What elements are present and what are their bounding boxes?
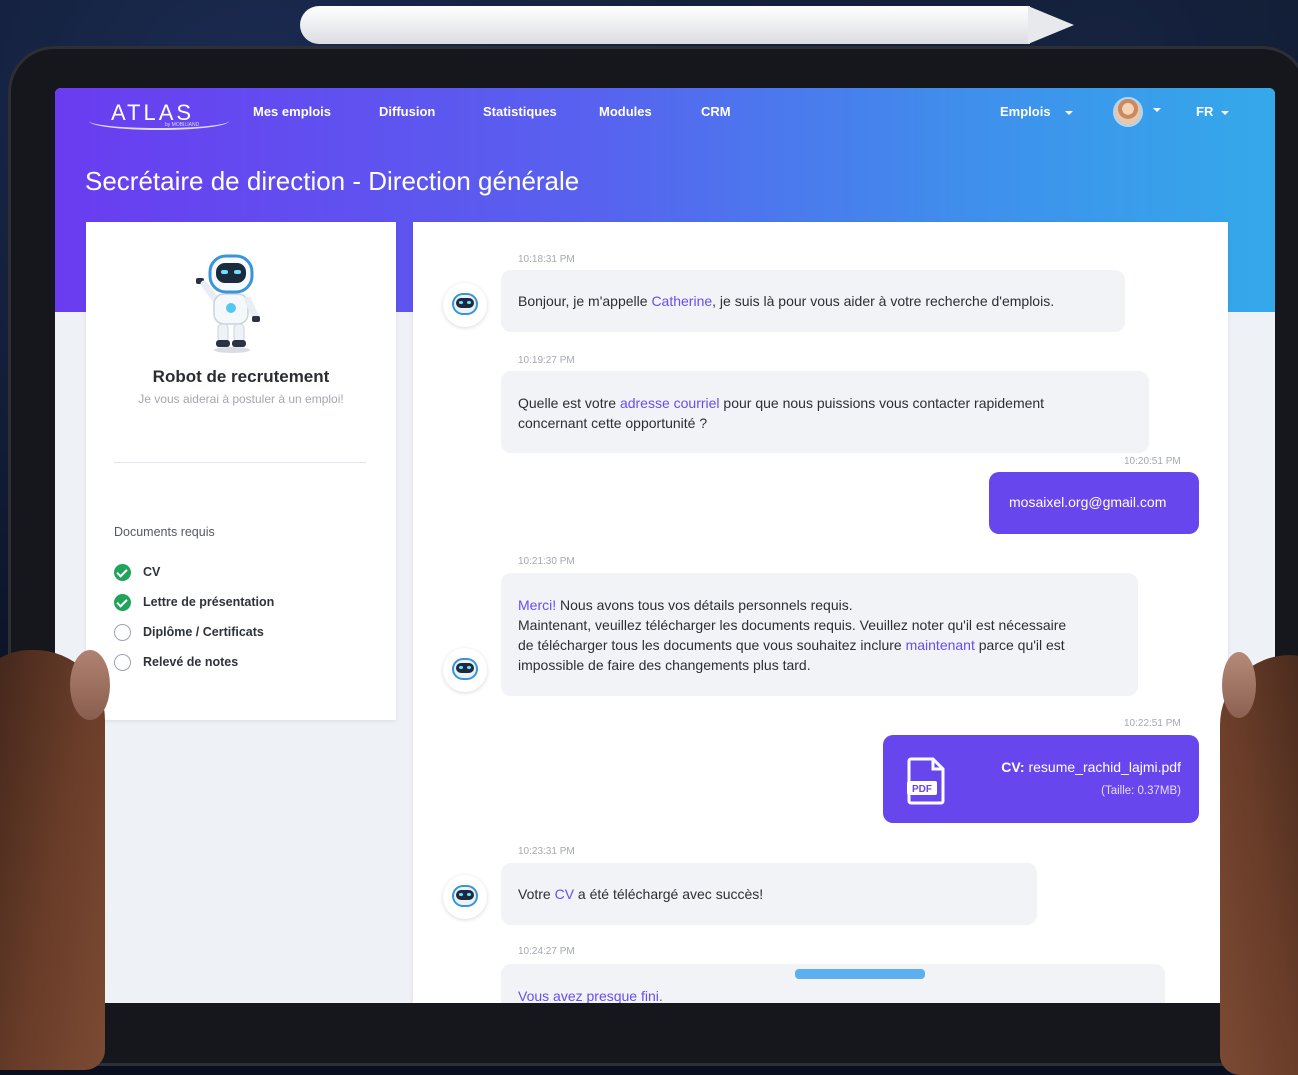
documents-title: Documents requis	[114, 525, 215, 539]
bot-avatar	[443, 283, 487, 327]
text-part: concernant cette opportunité ?	[518, 415, 708, 431]
text-part: Quelle est votre	[518, 395, 620, 411]
nav-diffusion[interactable]: Diffusion	[379, 104, 435, 119]
message-link[interactable]: CV	[555, 886, 574, 902]
loading-indicator	[795, 969, 925, 979]
empty-circle-icon	[114, 654, 131, 671]
right-thumb	[1220, 655, 1298, 1075]
bot-eye	[459, 893, 463, 896]
message-text: mosaixel.org@gmail.com	[1009, 494, 1167, 510]
language-dropdown[interactable]: FR	[1196, 104, 1230, 119]
nav-mes-emplois[interactable]: Mes emplois	[253, 104, 331, 119]
pdf-icon-label: PDF	[912, 784, 932, 795]
pdf-file-icon: PDF	[907, 757, 945, 805]
emplois-dropdown[interactable]: Emplois	[1000, 104, 1073, 119]
stylus-pencil	[300, 6, 1030, 44]
message-timestamp: 10:18:31 PM	[518, 254, 575, 265]
message-link[interactable]: Catherine	[651, 293, 712, 309]
bot-eye	[459, 666, 463, 669]
message-link[interactable]: Merci!	[518, 597, 556, 613]
text-part: pour que nous puissions vous contacter r…	[719, 395, 1045, 411]
chevron-down-icon	[1064, 110, 1073, 115]
check-circle-icon	[114, 564, 131, 581]
panel-divider	[114, 462, 366, 463]
message-text: Vous avez presque fini.	[518, 988, 663, 1003]
message-link[interactable]: adresse courriel	[620, 395, 720, 411]
chat-panel[interactable]: 10:18:31 PM Bonjour, je m'appelle Cather…	[413, 222, 1228, 1003]
avatar-chevron-down-icon[interactable]	[1153, 108, 1161, 112]
left-thumbnail	[70, 650, 110, 720]
nav-crm[interactable]: CRM	[701, 104, 731, 119]
bot-tagline: Je vous aiderai à postuler à un emploi!	[138, 392, 344, 406]
user-message-bubble: mosaixel.org@gmail.com	[989, 472, 1199, 534]
bot-eye	[467, 301, 471, 304]
message-timestamp: 10:22:51 PM	[1124, 718, 1181, 729]
message-timestamp: 10:21:30 PM	[518, 556, 575, 567]
text-part: Nous avons tous vos détails personnels r…	[556, 597, 853, 613]
message-timestamp: 10:23:31 PM	[518, 846, 575, 857]
text-part: de télécharger tous les documents que vo…	[518, 637, 906, 653]
bot-message-bubble: Bonjour, je m'appelle Catherine, je suis…	[501, 270, 1125, 332]
bot-eye	[467, 666, 471, 669]
robot-mascot-icon	[196, 254, 260, 353]
bot-avatar	[443, 648, 487, 692]
file-size: (Taille: 0.37MB)	[1101, 785, 1181, 797]
file-name-text: resume_rachid_lajmi.pdf	[1028, 759, 1181, 775]
bot-message-bubble: Quelle est votre adresse courriel pour q…	[501, 371, 1149, 453]
page-title: Secrétaire de direction - Direction géné…	[85, 166, 580, 196]
bot-name: Robot de recrutement	[152, 367, 330, 386]
emplois-dropdown-label: Emplois	[1000, 104, 1051, 119]
file-label: CV:	[1001, 759, 1025, 775]
app-screen: ATLAS by MOBILIAND Mes emplois Diffusion…	[55, 88, 1275, 1003]
logo-subtext: by MOBILIAND	[165, 122, 200, 128]
doc-label: Lettre de présentation	[143, 595, 275, 609]
bot-info-panel: Robot de recrutement Je vous aiderai à p…	[86, 222, 396, 720]
text-part: Votre	[518, 886, 555, 902]
text-part: Maintenant, veuillez télécharger les doc…	[518, 617, 1067, 633]
message-timestamp: 10:20:51 PM	[1124, 456, 1181, 467]
doc-label: Diplôme / Certificats	[143, 625, 264, 639]
atlas-logo[interactable]: ATLAS by MOBILIAND	[89, 98, 229, 130]
doc-label: Relevé de notes	[143, 655, 239, 669]
file-name[interactable]: CV: resume_rachid_lajmi.pdf	[1001, 759, 1181, 775]
stylus-tip	[1028, 6, 1074, 44]
text-part: Bonjour, je m'appelle	[518, 293, 652, 309]
text-part: impossible de faire des changements plus…	[518, 657, 811, 673]
bot-eye	[467, 893, 471, 896]
bot-message-bubble: Votre CV a été téléchargé avec succès!	[501, 863, 1037, 925]
nav-statistiques[interactable]: Statistiques	[483, 104, 557, 119]
message-timestamp: 10:24:27 PM	[518, 946, 575, 957]
right-thumbnail	[1222, 652, 1256, 718]
message-text: Quelle est votre adresse courriel pour q…	[518, 393, 1044, 433]
user-file-bubble[interactable]: PDF CV: resume_rachid_lajmi.pdf (Taille:…	[883, 735, 1199, 823]
bot-avatar	[443, 875, 487, 919]
bot-eye	[459, 301, 463, 304]
message-link[interactable]: maintenant	[906, 637, 975, 653]
doc-label: CV	[143, 565, 161, 579]
message-text: Votre CV a été téléchargé avec succès!	[518, 884, 763, 904]
message-text: Bonjour, je m'appelle Catherine, je suis…	[518, 291, 1054, 311]
text-part: , je suis là pour vous aider à votre rec…	[712, 293, 1055, 309]
nav-modules[interactable]: Modules	[599, 104, 652, 119]
language-label: FR	[1196, 104, 1214, 119]
top-navbar: ATLAS by MOBILIAND Mes emplois Diffusion…	[55, 88, 1275, 138]
user-avatar[interactable]	[1115, 99, 1141, 125]
message-timestamp: 10:19:27 PM	[518, 355, 575, 366]
text-part: a été téléchargé avec succès!	[574, 886, 764, 902]
bot-message-bubble: Merci! Nous avons tous vos détails perso…	[501, 573, 1138, 696]
chevron-down-icon	[1221, 110, 1230, 115]
empty-circle-icon	[114, 624, 131, 641]
message-text: Merci! Nous avons tous vos détails perso…	[518, 595, 1066, 675]
text-part: parce qu'il est	[974, 637, 1065, 653]
check-circle-icon	[114, 594, 131, 611]
